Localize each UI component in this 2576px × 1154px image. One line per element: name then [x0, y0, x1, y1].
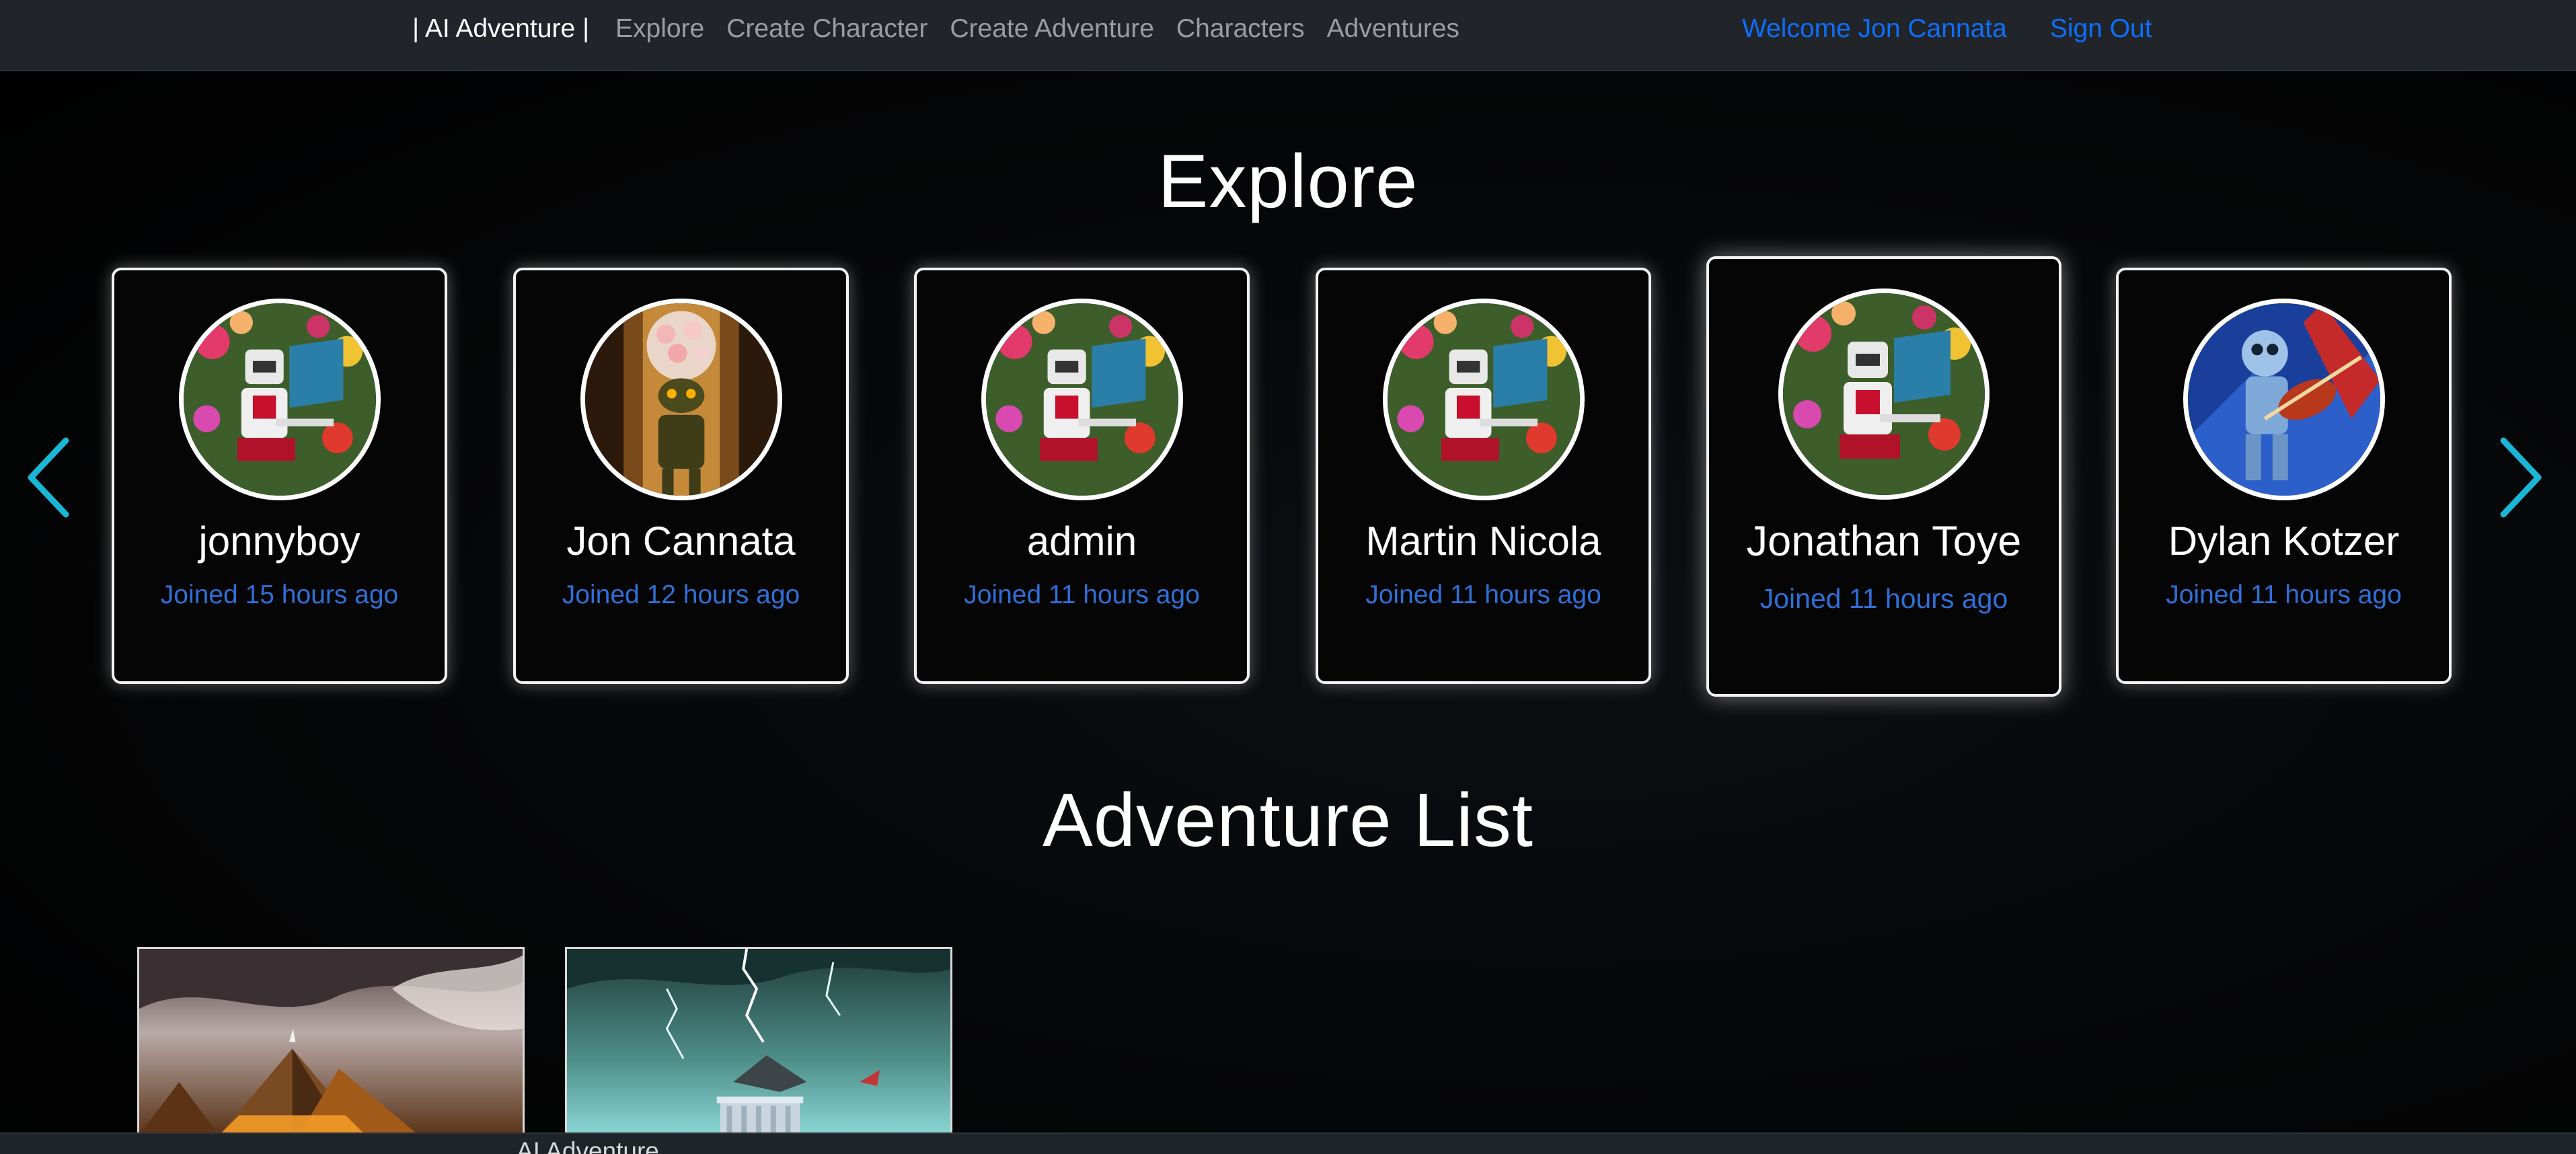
explore-heading: Explore: [1158, 139, 1418, 223]
brand-logo[interactable]: | AI Adventure |: [412, 12, 589, 46]
user-name: Jon Cannata: [566, 518, 796, 564]
chevron-left-icon[interactable]: [26, 434, 73, 521]
user-name: admin: [1026, 518, 1137, 564]
nav-user-area: Welcome Jon Cannata Sign Out: [1742, 12, 2152, 46]
user-name: jonnyboy: [198, 518, 361, 564]
footer-brand: AI Adventure: [517, 1137, 659, 1154]
nav-link-create-character[interactable]: Create Character: [726, 12, 927, 46]
user-joined-date: Joined 11 hours ago: [964, 580, 1200, 609]
user-card[interactable]: jonnyboy Joined 15 hours ago: [112, 268, 447, 684]
user-name: Jonathan Toye: [1746, 518, 2022, 565]
nav-link-explore[interactable]: Explore: [615, 12, 704, 46]
user-card[interactable]: Dylan Kotzer Joined 11 hours ago: [2116, 268, 2452, 684]
user-name: Martin Nicola: [1365, 518, 1601, 564]
adventure-list-heading: Adventure List: [1043, 778, 1533, 862]
user-card[interactable]: Martin Nicola Joined 11 hours ago: [1316, 268, 1651, 684]
user-card-active[interactable]: Jonathan Toye Joined 11 hours ago: [1706, 256, 2061, 697]
nav-link-adventures[interactable]: Adventures: [1327, 12, 1460, 46]
user-joined-date: Joined 15 hours ago: [160, 580, 399, 609]
footer: AI Adventure: [0, 1132, 2576, 1154]
user-card[interactable]: admin Joined 11 hours ago: [914, 268, 1250, 684]
robot-painter-avatar: [178, 299, 381, 500]
pyramid-mountain-image[interactable]: [137, 947, 525, 1135]
user-card[interactable]: Jon Cannata Joined 12 hours ago: [513, 268, 849, 684]
chevron-right-icon[interactable]: [2497, 434, 2544, 521]
user-joined-date: Joined 11 hours ago: [2166, 580, 2402, 609]
user-joined-date: Joined 12 hours ago: [562, 580, 800, 609]
flower-head-robot-avatar: [580, 299, 782, 500]
top-navbar: | AI Adventure | Explore Create Characte…: [0, 0, 2576, 71]
robot-painter-avatar: [981, 299, 1183, 500]
nav-links: Explore Create Character Create Adventur…: [615, 12, 1482, 46]
lightning-temple-image[interactable]: [565, 947, 952, 1135]
robot-painter-avatar: [1778, 288, 1990, 500]
violin-robot-avatar: [2183, 299, 2385, 500]
welcome-user-link[interactable]: Welcome Jon Cannata: [1742, 12, 2007, 46]
sign-out-link[interactable]: Sign Out: [2050, 12, 2152, 46]
nav-link-create-adventure[interactable]: Create Adventure: [950, 12, 1154, 46]
user-joined-date: Joined 11 hours ago: [1365, 580, 1601, 609]
user-name: Dylan Kotzer: [2168, 518, 2400, 564]
user-joined-date: Joined 11 hours ago: [1759, 583, 2008, 614]
nav-link-characters[interactable]: Characters: [1176, 12, 1305, 46]
robot-painter-avatar: [1382, 299, 1585, 500]
